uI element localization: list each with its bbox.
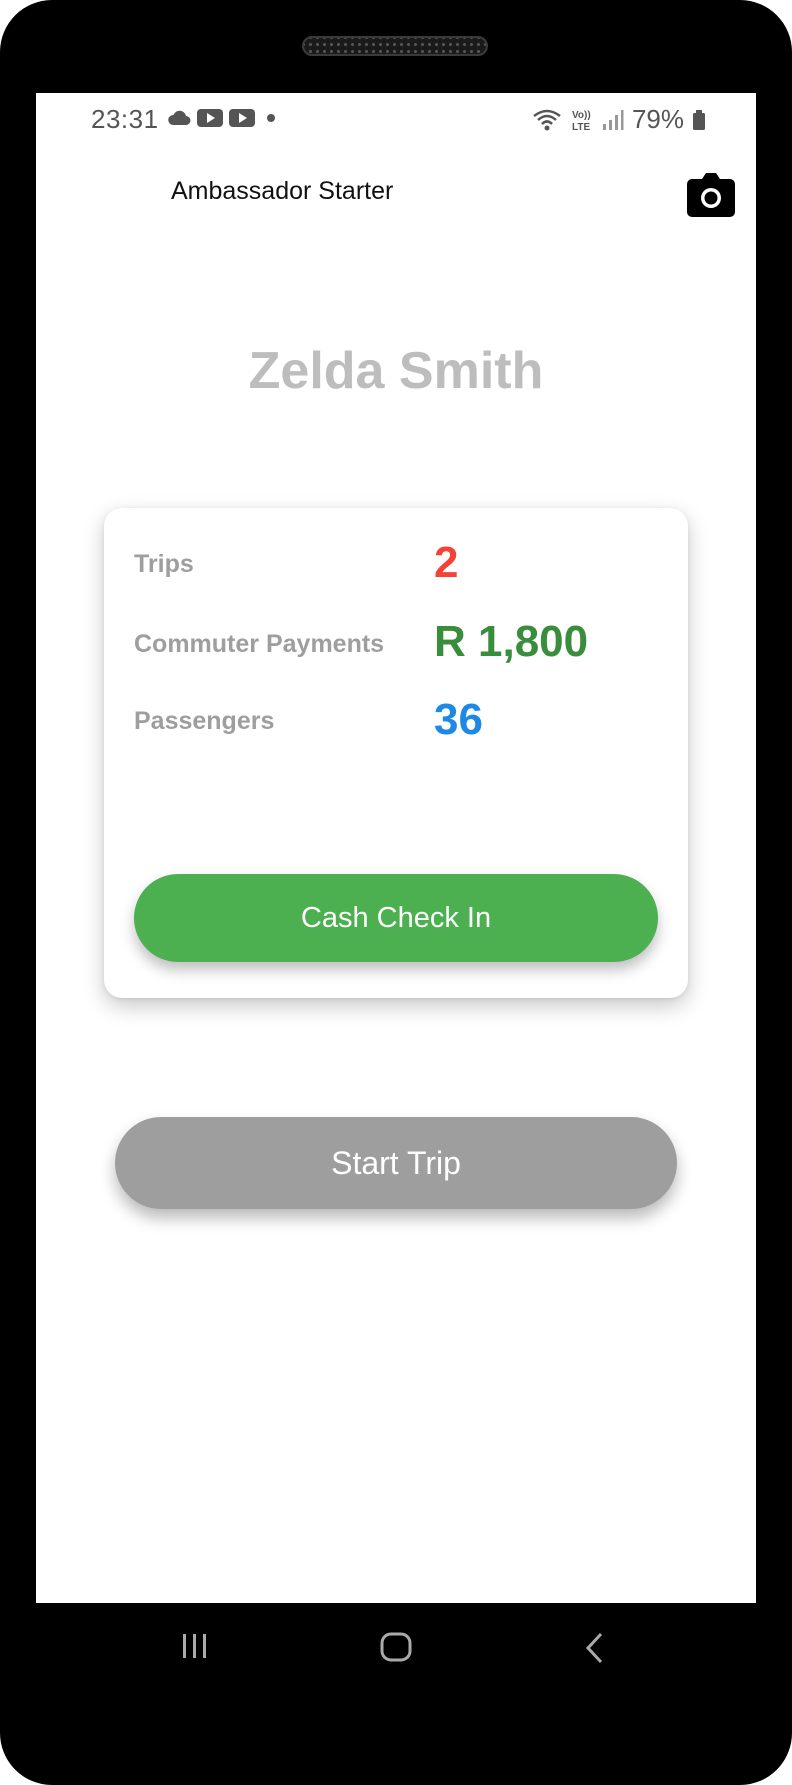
recent-apps-icon (183, 1634, 206, 1658)
camera-button[interactable] (687, 173, 735, 217)
start-trip-button[interactable]: Start Trip (115, 1117, 677, 1209)
youtube-icon (229, 109, 255, 127)
app-title: Ambassador Starter (171, 177, 394, 205)
camera-icon (687, 173, 735, 217)
youtube-icon (197, 109, 223, 127)
svg-text:Vo)): Vo)) (572, 110, 591, 121)
status-bar: 23:31 Vo)) LTE 79% (36, 93, 756, 145)
cash-check-in-button[interactable]: Cash Check In (134, 874, 658, 962)
status-right: Vo)) LTE 79% (532, 104, 706, 135)
dot-icon (267, 114, 275, 122)
back-button[interactable] (580, 1631, 610, 1670)
volte-icon: Vo)) LTE (572, 110, 591, 132)
back-icon (585, 1632, 603, 1664)
trips-label: Trips (134, 550, 194, 578)
notification-icons (167, 109, 281, 127)
home-button[interactable] (379, 1631, 413, 1668)
battery-icon (693, 109, 705, 130)
home-icon (380, 1632, 412, 1662)
stats-card: Trips 2 Commuter Payments R 1,800 Passen… (104, 508, 688, 998)
passengers-label: Passengers (134, 707, 275, 735)
svg-text:LTE: LTE (572, 122, 590, 132)
earpiece-speaker (302, 36, 488, 56)
commuter-payments-value: R 1,800 (434, 617, 589, 666)
wifi-icon (533, 109, 561, 130)
signal-icon (602, 109, 624, 130)
passengers-value: 36 (434, 695, 483, 744)
recent-apps-button[interactable] (180, 1631, 210, 1666)
screen: 23:31 Vo)) LTE 79% Ambassador Starter Ze… (36, 93, 756, 1603)
trips-value: 2 (434, 538, 459, 587)
user-name: Zelda Smith (248, 342, 544, 400)
battery-percentage: 79% (631, 104, 684, 134)
commuter-payments-label: Commuter Payments (134, 630, 385, 658)
navigation-bar (36, 1603, 756, 1695)
phone-frame: 23:31 Vo)) LTE 79% Ambassador Starter Ze… (0, 0, 792, 1785)
status-time: 23:31 (91, 104, 159, 134)
cloud-icon (168, 110, 191, 125)
